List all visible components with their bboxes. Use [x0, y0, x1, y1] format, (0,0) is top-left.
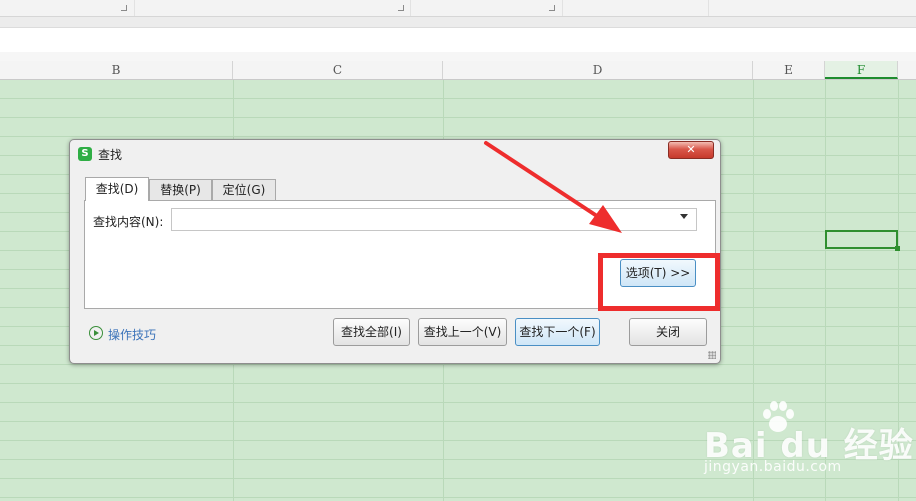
baidu-watermark: Bai du 经验 jingyan.baidu.com: [704, 398, 913, 488]
arrow-shaft: [484, 141, 602, 220]
arrow-head: [589, 205, 622, 233]
tab-find[interactable]: 查找(D): [85, 177, 149, 201]
watermark-url: jingyan.baidu.com: [704, 459, 842, 475]
